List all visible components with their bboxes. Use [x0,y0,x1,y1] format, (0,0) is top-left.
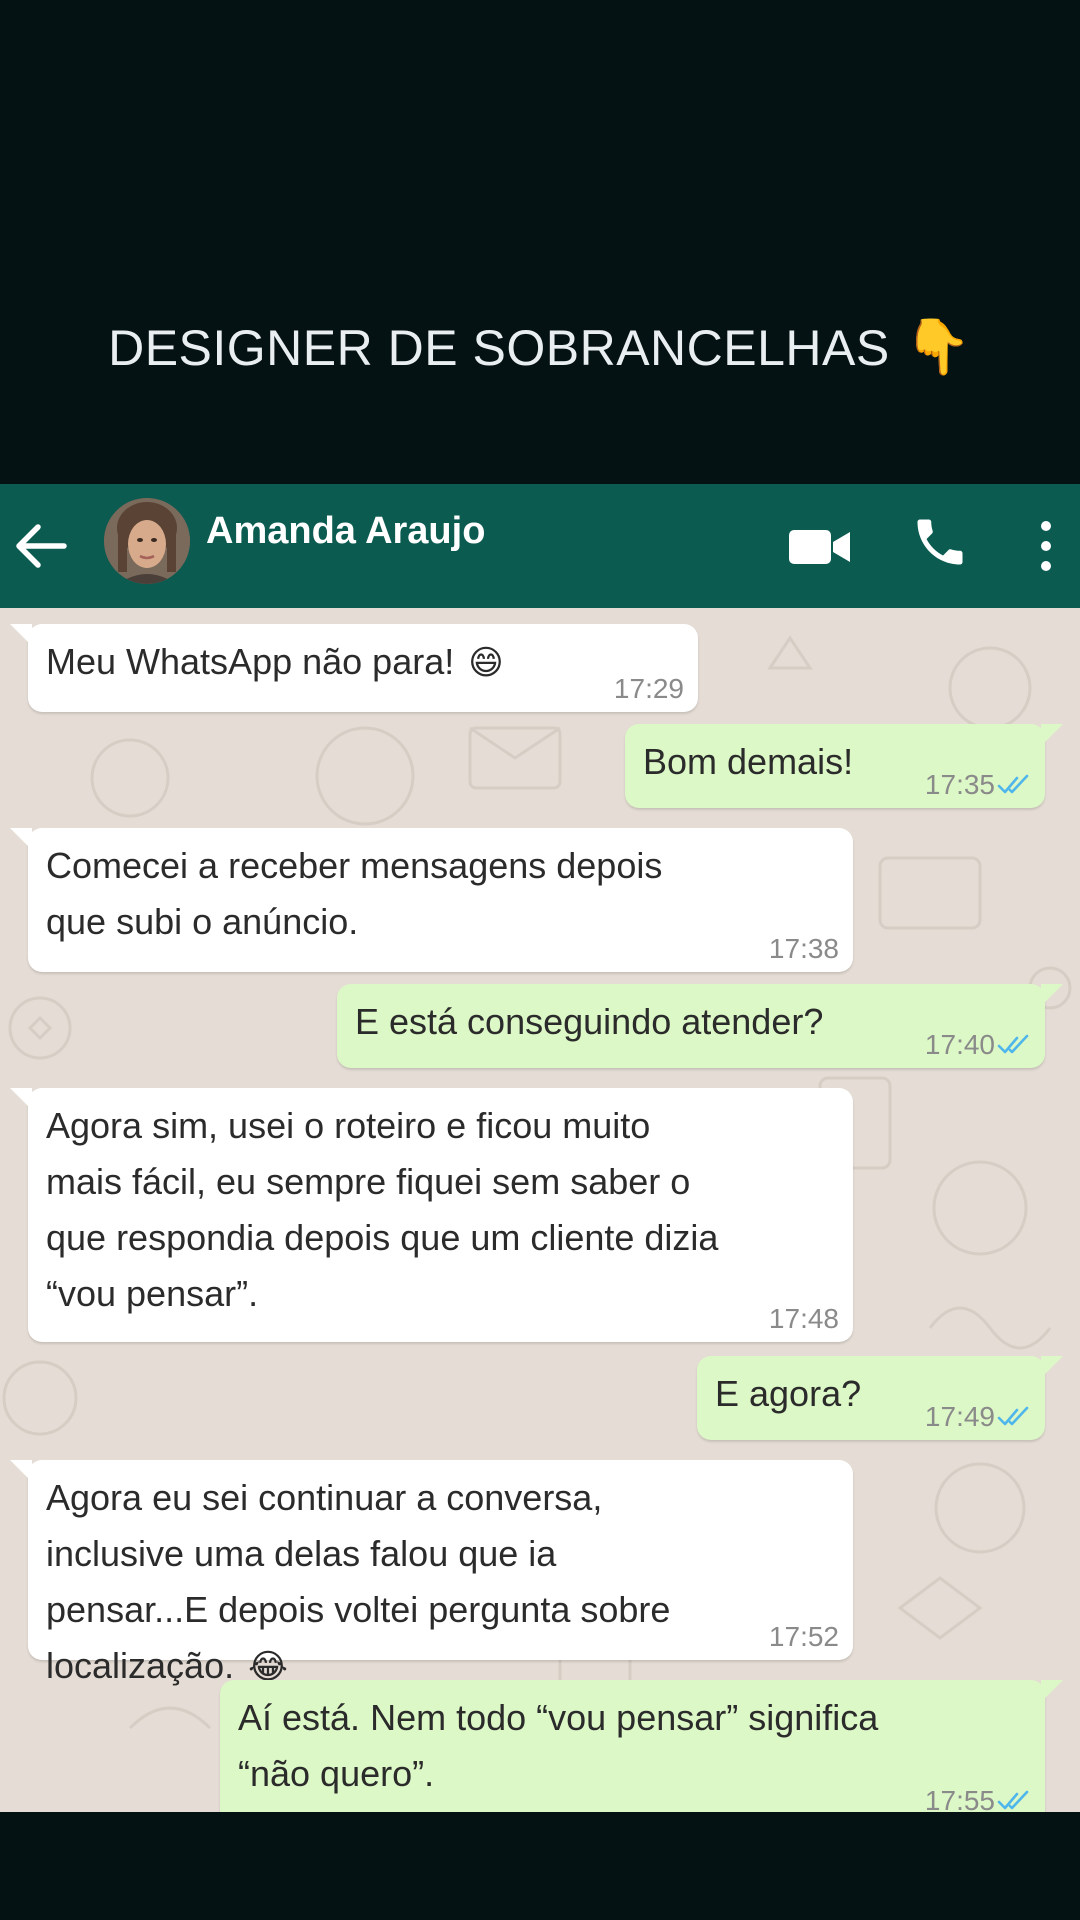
double-check-read-icon [997,1034,1029,1054]
message-meta: 17:55 [925,1786,1031,1812]
double-check-read-icon [997,1790,1029,1810]
message-list[interactable]: Meu WhatsApp não para! 😄 17:29 Bom demais… [0,608,1080,1812]
double-check-read-icon [997,774,1029,794]
message-meta: 17:29 [614,674,684,704]
message-text: Bom demais! [643,741,854,782]
message-time: 17:48 [768,1303,839,1334]
message-outgoing[interactable]: E agora? 17:49 [697,1356,1063,1440]
bottom-dark-band [0,1812,1080,1920]
message-time: 17:29 [613,673,684,704]
message-text: Meu WhatsApp não para! [46,641,455,682]
pointing-down-emoji: 👇 [904,315,972,378]
grinning-emoji: 😄 [468,643,504,683]
double-check-read-icon [997,1406,1029,1426]
contact-name[interactable]: Amanda Araujo [206,510,485,553]
more-vertical-icon[interactable] [1030,514,1062,578]
message-meta: 17:35 [925,770,1031,800]
whatsapp-chat-screen: Amanda Araujo Meu WhatsApp não para! 😄 1… [0,484,1080,1812]
message-text: Comecei a receber mensagens depois que s… [46,845,663,942]
message-outgoing[interactable]: Aí está. Nem todo “vou pensar” significa… [220,1680,1063,1812]
phone-icon[interactable] [910,512,970,572]
message-meta: 17:40 [925,1030,1031,1060]
message-meta: 17:49 [925,1402,1031,1432]
message-incoming[interactable]: Meu WhatsApp não para! 😄 17:29 [10,624,698,712]
message-time: 17:49 [924,1401,995,1432]
caption-text: DESIGNER DE SOBRANCELHAS [108,320,890,376]
arrow-left-icon[interactable] [8,514,72,578]
message-meta: 17:38 [769,934,839,964]
message-time: 17:35 [924,769,995,800]
message-text: E está conseguindo atender? [355,1001,824,1042]
message-text: Aí está. Nem todo “vou pensar” significa… [238,1697,879,1794]
message-text: E agora? [715,1373,862,1414]
message-outgoing[interactable]: E está conseguindo atender? 17:40 [337,984,1063,1068]
video-camera-icon[interactable] [787,514,853,580]
message-meta: 17:52 [769,1622,839,1652]
avatar[interactable] [104,498,190,584]
message-time: 17:52 [768,1621,839,1652]
message-text: Agora sim, usei o roteiro e ficou muito … [46,1105,719,1314]
chat-header: Amanda Araujo [0,484,1080,608]
message-time: 17:38 [768,933,839,964]
message-outgoing[interactable]: Bom demais! 17:35 [625,724,1063,808]
message-incoming[interactable]: Agora sim, usei o roteiro e ficou muito … [10,1088,853,1342]
message-text: Agora eu sei continuar a conversa, inclu… [46,1477,671,1686]
message-time: 17:55 [924,1785,995,1813]
message-time: 17:40 [924,1029,995,1060]
message-incoming[interactable]: Comecei a receber mensagens depois que s… [10,828,853,972]
message-incoming[interactable]: Agora eu sei continuar a conversa, inclu… [10,1460,853,1687]
avatar-photo [104,498,190,584]
caption-title: DESIGNER DE SOBRANCELHAS 👇 [0,315,1080,379]
message-meta: 17:48 [769,1304,839,1334]
